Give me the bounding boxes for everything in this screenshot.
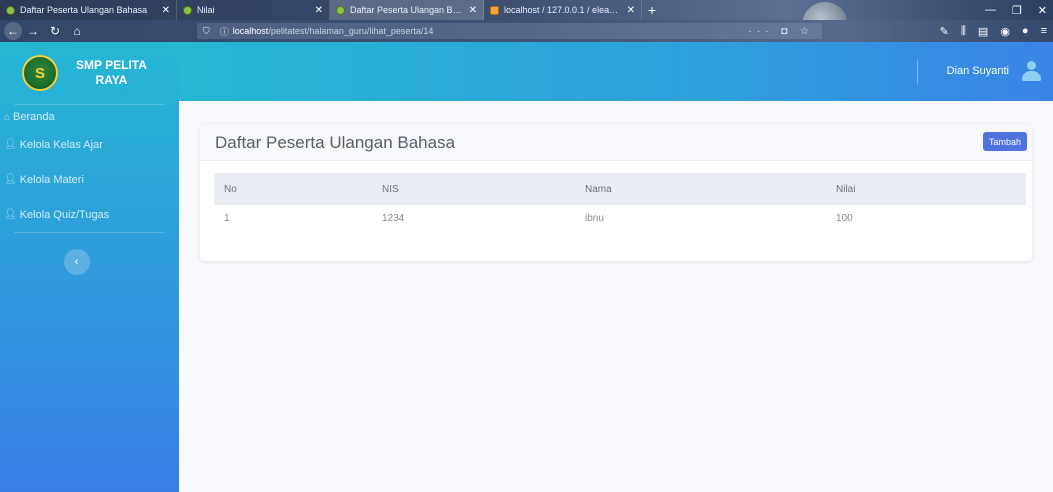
browser-tab[interactable]: Daftar Peserta Ulangan Bahasa ✕: [0, 0, 177, 20]
new-tab-button[interactable]: +: [642, 0, 662, 20]
forward-arrow-icon[interactable]: →: [22, 20, 44, 42]
sidebar-item-beranda[interactable]: ⌂ Beranda: [0, 105, 179, 127]
cell-nama: ibnu: [585, 212, 604, 224]
extension-icon[interactable]: ●: [1022, 25, 1029, 37]
column-header-no[interactable]: No: [214, 173, 372, 205]
globe-icon: [336, 5, 345, 15]
back-arrow-icon[interactable]: ←: [4, 22, 22, 40]
topbar: Dian Suyanti: [179, 42, 1053, 101]
user-name[interactable]: Dian Suyanti: [947, 65, 1009, 77]
page-title: Daftar Peserta Ulangan Bahasa: [215, 133, 456, 152]
tracking-shield-icon[interactable]: ⛉: [203, 26, 210, 37]
browser-navigation-bar: ← → ↻ ⌂ ⛉ ⓘ localhost/pelitatest/halaman…: [0, 20, 1053, 42]
user-icon: 👤︎: [4, 139, 17, 150]
column-header-nilai[interactable]: Nilai: [826, 173, 1026, 205]
participants-card: Daftar Peserta Ulangan Bahasa Tambah No …: [200, 124, 1032, 261]
sidebar-item-label: Beranda: [13, 111, 55, 123]
browser-tab-active[interactable]: Daftar Peserta Ulangan Bahasa ✕: [330, 0, 484, 20]
tab-title: localhost / 127.0.0.1 / elearnin: [504, 5, 621, 15]
menu-icon[interactable]: ≡: [1041, 25, 1047, 37]
close-tab-icon[interactable]: ✕: [315, 5, 323, 16]
phpmyadmin-icon: [490, 5, 499, 15]
url-host: localhost: [232, 26, 269, 36]
close-window-icon[interactable]: ✕: [1038, 4, 1047, 17]
sidebar-item-label: Kelola Materi: [19, 173, 84, 186]
sidebar-divider: [14, 232, 165, 233]
brand-line-2: RAYA: [95, 73, 128, 87]
sidebar-toggle-icon[interactable]: ▤: [978, 25, 988, 38]
chevron-left-icon: ‹: [74, 256, 79, 268]
tab-title: Daftar Peserta Ulangan Bahasa: [350, 5, 463, 15]
sidebar-item-label: Kelola Quiz/Tugas: [19, 208, 110, 221]
bookmark-star-icon[interactable]: ☆: [800, 26, 814, 37]
table-row: 1 1234 ibnu 100: [214, 205, 1026, 231]
brand[interactable]: S SMP PELITA RAYA: [0, 42, 179, 104]
cell-nilai: 100: [836, 212, 853, 224]
sidebar-item-kelola-materi[interactable]: 👤︎ Kelola Materi: [0, 162, 179, 197]
globe-icon: [6, 5, 15, 15]
cell-no: 1: [224, 212, 230, 224]
sidebar-item-label: Kelola Kelas Ajar: [19, 138, 103, 151]
card-header: Daftar Peserta Ulangan Bahasa Tambah: [200, 124, 1032, 161]
tab-title: Nilai: [197, 5, 215, 15]
tab-title: Daftar Peserta Ulangan Bahasa: [20, 5, 148, 15]
sidebar-toggle-button[interactable]: ‹: [63, 249, 90, 275]
sidebar: S SMP PELITA RAYA ⌂ Beranda 👤︎ Kelola Ke…: [0, 42, 179, 492]
window-controls: — ❐ ✕: [985, 0, 1047, 20]
table-header-row: No NIS Nama Nilai: [214, 173, 1026, 205]
page-actions-menu-icon[interactable]: ···: [748, 26, 773, 37]
browser-tab[interactable]: Nilai ✕: [177, 0, 330, 20]
close-tab-icon[interactable]: ✕: [627, 5, 635, 16]
user-icon: 👤︎: [4, 209, 17, 220]
column-header-nama[interactable]: Nama: [575, 173, 826, 205]
library-icon[interactable]: ⫼: [961, 25, 966, 38]
minimize-icon[interactable]: —: [985, 4, 996, 16]
user-icon: 👤︎: [4, 174, 17, 185]
browser-tab[interactable]: localhost / 127.0.0.1 / elearnin ✕: [484, 0, 642, 20]
browser-tab-strip: Daftar Peserta Ulangan Bahasa ✕ Nilai ✕ …: [0, 0, 1053, 48]
page-actions[interactable]: ··· ◘ ☆: [748, 26, 814, 37]
sidebar-item-kelola-quiz-tugas[interactable]: 👤︎ Kelola Quiz/Tugas: [0, 197, 179, 232]
site-info-icon[interactable]: ⓘ: [220, 25, 229, 38]
address-bar[interactable]: ⛉ ⓘ localhost/pelitatest/halaman_guru/li…: [197, 23, 822, 39]
account-icon[interactable]: ◉: [1000, 25, 1010, 38]
cell-nis: 1234: [382, 212, 405, 224]
column-header-nis[interactable]: NIS: [372, 173, 575, 205]
add-button[interactable]: Tambah: [982, 132, 1027, 151]
close-tab-icon[interactable]: ✕: [469, 5, 477, 16]
user-avatar-icon[interactable]: [1021, 61, 1041, 81]
participants-table: No NIS Nama Nilai 1 1234 ibnu 100: [214, 173, 1026, 231]
brand-line-1: SMP PELITA: [76, 58, 147, 72]
globe-icon: [183, 5, 192, 15]
maximize-icon[interactable]: ❐: [1012, 4, 1022, 17]
brand-name: SMP PELITA RAYA: [76, 58, 147, 88]
url-path: /pelitatest/halaman_guru/lihat_peserta/1…: [268, 26, 434, 36]
browser-toolbar-icons: ✎ ⫼ ▤ ◉ ● ≡: [940, 20, 1047, 42]
tools-icon[interactable]: ✎: [940, 25, 949, 38]
close-tab-icon[interactable]: ✕: [162, 5, 170, 16]
home-icon: ⌂: [4, 111, 11, 123]
pocket-icon[interactable]: ◘: [781, 26, 792, 37]
sidebar-item-kelola-kelas-ajar[interactable]: 👤︎ Kelola Kelas Ajar: [0, 127, 179, 162]
school-logo: S: [22, 55, 58, 91]
reload-icon[interactable]: ↻: [44, 20, 66, 42]
home-icon[interactable]: ⌂: [66, 20, 88, 42]
topbar-divider: [917, 60, 918, 84]
